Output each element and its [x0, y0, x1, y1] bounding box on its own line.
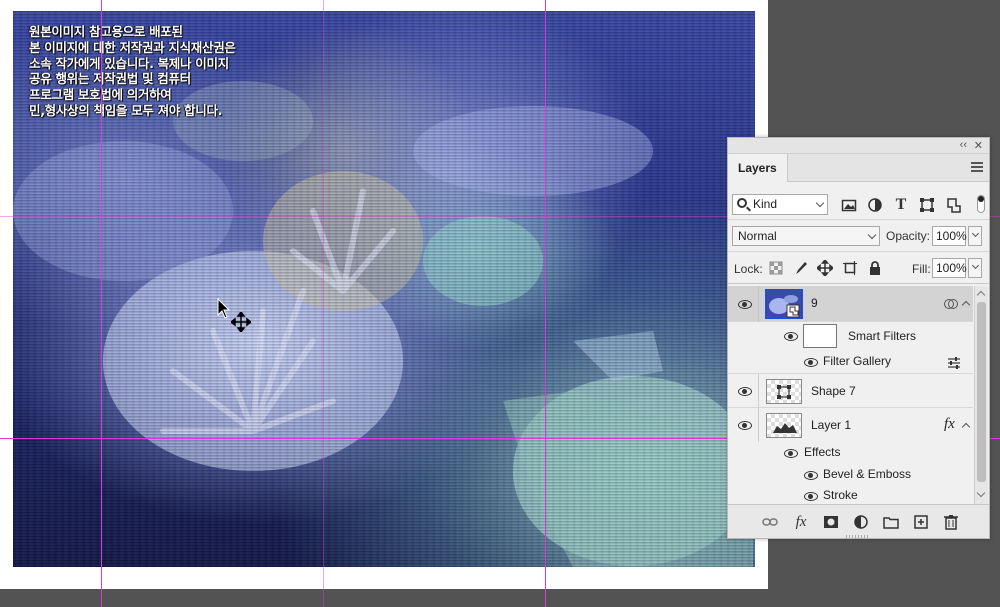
- layer-row-effects[interactable]: Effects: [728, 442, 973, 464]
- opacity-field[interactable]: 100%: [932, 226, 967, 246]
- coral-artwork-image: 원본이미지 참고용으로 배포된 본 이미지에 대한 저작권과 지식재산권은 소속…: [13, 11, 755, 567]
- filter-mask-thumbnail: [803, 324, 837, 348]
- panel-tab-bar: Layers: [728, 154, 989, 182]
- image-filter-icon[interactable]: [841, 197, 857, 213]
- layer-name: Shape 7: [811, 384, 856, 398]
- move-cursor-icon: [231, 312, 251, 332]
- layer-row-shape-7[interactable]: Shape 7: [728, 374, 973, 408]
- collapse-effects-icon[interactable]: [961, 422, 971, 432]
- fill-field[interactable]: 100%: [932, 258, 967, 278]
- add-layer-style-fx-icon[interactable]: fx: [793, 514, 809, 530]
- layer-name: Smart Filters: [848, 329, 917, 343]
- coral-thumbnail-icon: [773, 423, 797, 433]
- link-layers-icon[interactable]: [762, 514, 778, 530]
- layer-row-9[interactable]: 9: [728, 286, 973, 322]
- scroll-up-icon[interactable]: [976, 290, 986, 300]
- layer-row-smart-filters[interactable]: Smart Filters: [728, 322, 973, 350]
- blend-mode-value: Normal: [738, 229, 777, 243]
- chevron-down-icon: [971, 229, 980, 238]
- layer-name: Bevel & Emboss: [823, 467, 912, 481]
- panel-resize-grip[interactable]: [846, 535, 870, 538]
- layer-name: 9: [811, 296, 818, 310]
- panel-menu-icon[interactable]: [971, 162, 983, 172]
- adjustment-filter-icon[interactable]: [867, 197, 883, 213]
- new-layer-icon[interactable]: [913, 514, 929, 530]
- add-mask-icon[interactable]: [823, 514, 839, 530]
- visibility-eye-icon[interactable]: [738, 421, 752, 430]
- collapse-panel-icon[interactable]: ‹‹: [960, 139, 967, 151]
- lock-fill-row: Lock: Fill: 100%: [728, 254, 989, 284]
- lock-artboard-icon[interactable]: [842, 260, 858, 276]
- lock-label: Lock:: [734, 262, 763, 276]
- new-group-folder-icon[interactable]: [883, 514, 899, 530]
- visibility-eye-icon[interactable]: [804, 492, 818, 501]
- visibility-eye-icon[interactable]: [738, 387, 752, 396]
- lock-image-pixels-icon[interactable]: [793, 260, 809, 276]
- chevron-down-icon: [971, 261, 980, 270]
- layers-list: 9 Smart Filters Filter Gallery Shape 7 L…: [728, 286, 973, 504]
- lock-position-icon[interactable]: [817, 260, 833, 276]
- workspace: 원본이미지 참고용으로 배포된 본 이미지에 대한 저작권과 지식재산권은 소속…: [0, 0, 1000, 607]
- fill-label: Fill:: [912, 262, 931, 276]
- copyright-notice: 원본이미지 참고용으로 배포된 본 이미지에 대한 저작권과 지식재산권은 소속…: [29, 24, 236, 118]
- layers-scrollbar[interactable]: [974, 286, 988, 504]
- shape-layer-icon: [777, 385, 791, 399]
- guide-vertical[interactable]: [545, 0, 546, 607]
- opacity-label: Opacity:: [886, 229, 931, 243]
- layer-row-stroke[interactable]: Stroke: [728, 485, 973, 504]
- chevron-down-icon: [815, 198, 825, 208]
- filter-blending-options-icon[interactable]: [947, 357, 961, 369]
- lock-transparent-pixels-icon[interactable]: [768, 260, 784, 276]
- collapse-effects-icon[interactable]: [961, 300, 971, 310]
- shape-filter-icon[interactable]: [919, 197, 935, 213]
- blend-mode-select[interactable]: Normal: [732, 226, 880, 246]
- layer-row-layer-1[interactable]: Layer 1 fx: [728, 408, 973, 442]
- layer-thumbnail: [766, 379, 802, 404]
- layer-row-bevel-emboss[interactable]: Bevel & Emboss: [728, 464, 973, 485]
- chevron-down-icon: [867, 230, 877, 240]
- layer-name: Filter Gallery: [823, 354, 892, 368]
- layer-effects-fx-icon[interactable]: fx: [944, 416, 955, 433]
- guide-vertical[interactable]: [101, 0, 102, 607]
- layer-thumbnail: [766, 413, 802, 438]
- fill-dropdown[interactable]: [968, 258, 982, 278]
- layer-filter-row: Kind T: [728, 188, 989, 220]
- smart-object-filter-icon[interactable]: [945, 197, 961, 213]
- scroll-down-icon[interactable]: [976, 488, 986, 498]
- scrollbar-thumb[interactable]: [977, 302, 986, 482]
- visibility-eye-icon[interactable]: [784, 332, 798, 341]
- delete-layer-trash-icon[interactable]: [943, 514, 959, 530]
- blend-opacity-row: Normal Opacity: 100%: [728, 222, 989, 252]
- search-icon: [737, 198, 747, 208]
- lock-all-icon[interactable]: [867, 260, 883, 276]
- guide-vertical[interactable]: [323, 0, 324, 607]
- layers-panel-footer: fx: [728, 504, 989, 538]
- smart-object-thumbnail-icon: [765, 289, 803, 319]
- filter-kind-select[interactable]: Kind: [732, 194, 828, 215]
- filter-toggle-switch[interactable]: [977, 195, 985, 213]
- document-canvas[interactable]: 원본이미지 참고용으로 배포된 본 이미지에 대한 저작권과 지식재산권은 소속…: [0, 0, 768, 589]
- layers-panel: ‹‹ ✕ Layers Kind T Normal Opacity: 100% …: [727, 137, 990, 539]
- layer-row-filter-gallery[interactable]: Filter Gallery: [728, 350, 973, 374]
- type-filter-icon[interactable]: T: [893, 197, 909, 213]
- smart-filter-badge-icon: [944, 299, 958, 309]
- close-panel-icon[interactable]: ✕: [974, 139, 983, 152]
- opacity-dropdown[interactable]: [968, 226, 982, 246]
- panel-title-bar[interactable]: ‹‹ ✕: [728, 138, 989, 154]
- layer-name: Layer 1: [811, 418, 852, 432]
- new-adjustment-layer-icon[interactable]: [853, 514, 869, 530]
- visibility-eye-icon[interactable]: [738, 300, 752, 309]
- layer-name: Stroke: [823, 488, 858, 502]
- tab-layers[interactable]: Layers: [728, 154, 788, 182]
- visibility-eye-icon[interactable]: [804, 358, 818, 367]
- arrow-cursor-icon: [217, 298, 231, 319]
- visibility-eye-icon[interactable]: [784, 449, 798, 458]
- layer-name: Effects: [804, 445, 841, 459]
- visibility-eye-icon[interactable]: [804, 471, 818, 480]
- filter-kind-value: Kind: [753, 197, 778, 211]
